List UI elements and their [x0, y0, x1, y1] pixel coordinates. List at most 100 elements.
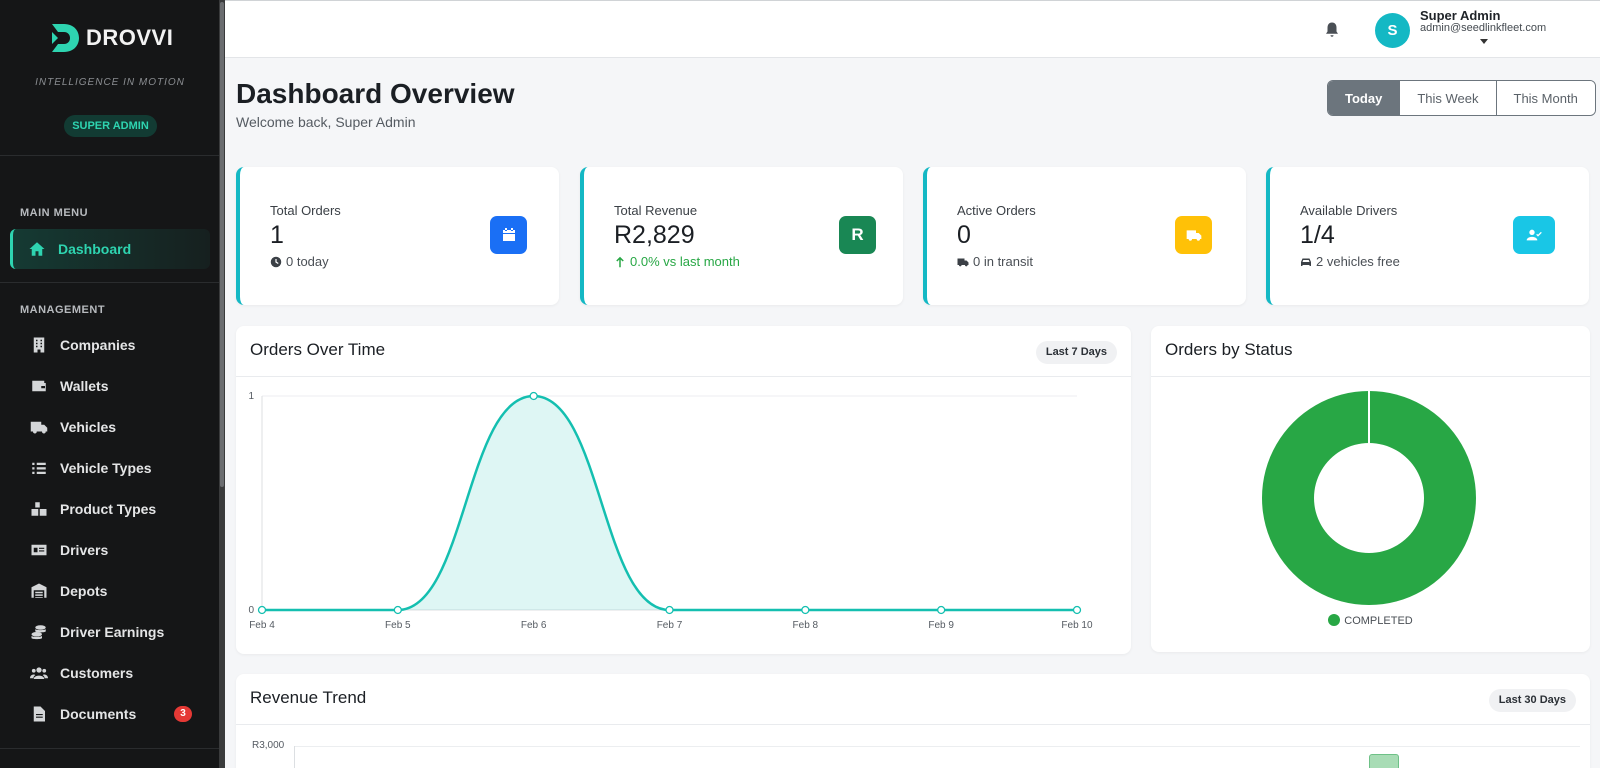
legend-swatch: [1328, 614, 1341, 626]
documents-count-badge: 3: [174, 706, 192, 722]
wallet-icon: [32, 380, 46, 392]
stat-icon-box: [490, 216, 527, 254]
data-point: [529, 391, 538, 401]
chevron-down-icon[interactable]: [1480, 39, 1488, 45]
range-this-week-button[interactable]: This Week: [1399, 81, 1496, 115]
sidebar-item-label: Vehicles: [60, 419, 117, 435]
chart-legend[interactable]: COMPLETED: [1151, 614, 1590, 627]
y-axis-tick-label: R3,000: [252, 740, 285, 751]
sidebar-item-label: Documents: [60, 706, 137, 722]
brand-name: DROVVI: [86, 25, 174, 50]
data-point: [393, 605, 402, 615]
sidebar-item-label: Wallets: [60, 378, 109, 394]
date-range-toggle: Today This Week This Month: [1327, 80, 1596, 116]
sidebar-item-driver-earnings[interactable]: Driver Earnings: [10, 612, 210, 652]
management-label: MANAGEMENT: [20, 304, 106, 316]
stat-icon-box: R: [839, 216, 876, 254]
sidebar-item-label: Depots: [60, 583, 108, 599]
user-email: admin@seedlinkfleet.com: [1420, 22, 1547, 34]
sidebar-item-documents[interactable]: Documents 3: [10, 694, 210, 734]
drovvi-logo-icon: [52, 24, 79, 52]
bell-icon[interactable]: [1323, 20, 1341, 40]
stat-sub: 2 vehicles free: [1300, 254, 1400, 269]
shipping-icon: [1186, 230, 1201, 241]
stat-label: Active Orders: [957, 203, 1036, 218]
revenue-bar: [1369, 754, 1399, 768]
user-check-icon: [1526, 229, 1542, 241]
range-pill[interactable]: Last 7 Days: [1035, 341, 1117, 364]
id-card-icon: [31, 544, 47, 556]
sidebar-item-vehicle-types[interactable]: Vehicle Types: [10, 448, 210, 488]
series-area: [262, 396, 1077, 610]
legend-label: COMPLETED: [1344, 615, 1413, 627]
avatar[interactable]: S: [1375, 13, 1410, 48]
stat-sub-text: 0.0% vs last month: [630, 254, 740, 269]
rand-icon: R: [851, 225, 864, 244]
topbar: S Super Admin admin@seedlinkfleet.com: [225, 0, 1600, 58]
stat-label: Total Orders: [270, 203, 341, 218]
warehouse-icon: [31, 583, 47, 598]
stat-card-active-orders: Active Orders 0 0 in transit: [923, 167, 1246, 305]
sidebar-item-customers[interactable]: Customers: [10, 653, 210, 693]
range-pill[interactable]: Last 30 Days: [1488, 689, 1576, 712]
revenue-trend-panel: Revenue Trend Last 30 Days R3,000: [236, 674, 1590, 768]
sidebar-item-vehicles[interactable]: Vehicles: [10, 407, 210, 447]
sidebar-item-label: Companies: [60, 337, 136, 353]
home-icon: [29, 242, 45, 256]
stat-icon-box: [1175, 216, 1212, 254]
page-title: Dashboard Overview: [236, 78, 515, 109]
stat-sub-text: 0 today: [286, 254, 329, 269]
y-tick-label: 1: [248, 391, 254, 402]
main-menu-label: MAIN MENU: [20, 207, 89, 219]
sidebar-item-dashboard[interactable]: Dashboard: [10, 229, 210, 269]
stat-value: 0: [957, 221, 971, 249]
stat-sub: 0.0% vs last month: [614, 254, 740, 269]
truck-icon: [30, 421, 48, 434]
range-today-button[interactable]: Today: [1328, 81, 1400, 115]
sidebar-divider: [0, 155, 220, 156]
sidebar-scrollbar[interactable]: [219, 0, 225, 768]
sidebar-item-product-types[interactable]: Product Types: [10, 489, 210, 529]
y-tick-label: 0: [248, 605, 254, 616]
sidebar-divider: [0, 282, 220, 283]
sidebar-item-label: Dashboard: [58, 241, 132, 257]
users-icon: [30, 667, 48, 679]
orders-status-donut: [1261, 391, 1476, 605]
data-point: [665, 605, 674, 615]
sidebar-item-label: Driver Earnings: [60, 624, 165, 640]
stat-card-available-drivers: Available Drivers 1/4 2 vehicles free: [1266, 167, 1589, 305]
coins-icon: [31, 625, 46, 640]
data-point: [937, 605, 946, 615]
clock-icon: [270, 256, 282, 267]
sidebar-item-depots[interactable]: Depots: [10, 571, 210, 611]
x-tick-label: Feb 4: [249, 620, 275, 631]
document-icon: [33, 706, 45, 722]
stat-value: 1: [270, 221, 284, 249]
stat-card-total-revenue: Total Revenue R2,829 0.0% vs last month …: [580, 167, 903, 305]
data-point: [257, 605, 267, 615]
sidebar-item-drivers[interactable]: Drivers: [10, 530, 210, 570]
x-tick-label: Feb 6: [521, 620, 547, 631]
sidebar-item-companies[interactable]: Companies: [10, 325, 210, 365]
range-this-month-button[interactable]: This Month: [1495, 81, 1595, 115]
x-tick-label: Feb 7: [657, 620, 683, 631]
stat-sub-text: 2 vehicles free: [1316, 254, 1400, 269]
data-point: [1072, 605, 1082, 615]
gridline: [294, 746, 1580, 747]
data-point: [801, 605, 810, 615]
car-icon: [1301, 258, 1311, 266]
truck-icon: [957, 258, 969, 266]
orders-line-chart: 0 1 Feb 4 Feb 5 Feb 6 Feb 7 Feb 8 Feb 9 Feb 10: [248, 391, 1093, 631]
page-subtitle: Welcome back, Super Admin: [236, 114, 416, 130]
user-name[interactable]: Super Admin: [1420, 8, 1500, 23]
stat-label: Available Drivers: [1300, 203, 1398, 218]
sidebar-item-wallets[interactable]: Wallets: [10, 366, 210, 406]
stat-label: Total Revenue: [614, 203, 698, 218]
stat-value: 1/4: [1300, 221, 1335, 249]
boxes-icon: [31, 502, 47, 516]
series-line: [262, 394, 1077, 612]
calendar-icon: [502, 228, 515, 241]
brand[interactable]: DROVVI: [50, 22, 173, 54]
stat-sub: 0 in transit: [957, 254, 1033, 269]
x-tick-label: Feb 10: [1061, 620, 1093, 631]
